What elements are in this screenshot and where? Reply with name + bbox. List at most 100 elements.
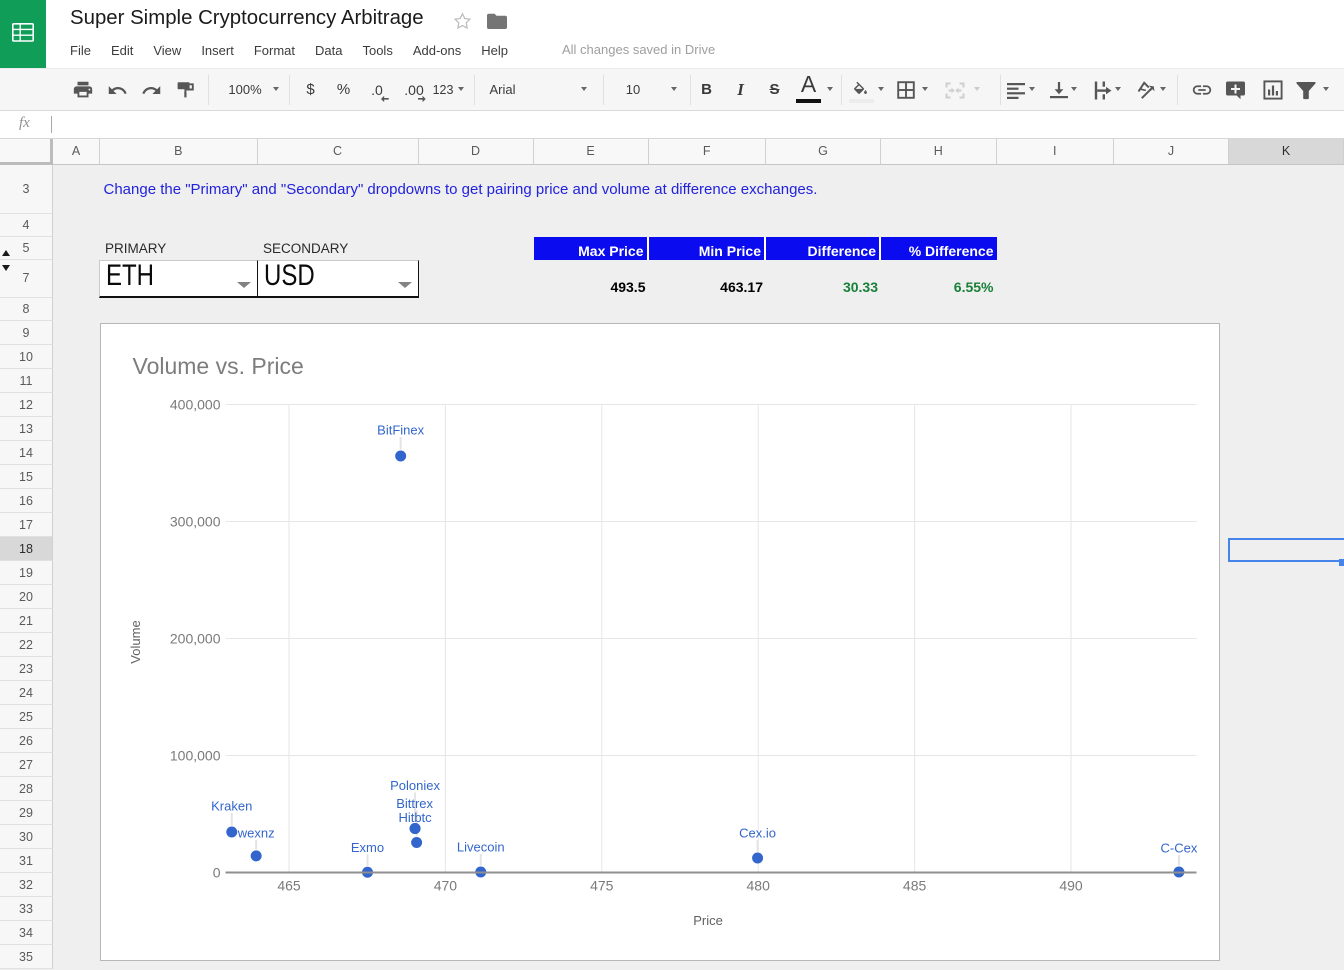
filter-button[interactable] (1294, 76, 1318, 104)
insert-comment-button[interactable] (1224, 76, 1248, 104)
column-header-D[interactable]: D (419, 139, 534, 165)
menu-tools[interactable]: Tools (352, 38, 402, 64)
fill-color-button[interactable] (849, 76, 873, 104)
stats-value-0[interactable]: 493.5 (534, 260, 649, 297)
primary-dropdown-arrow-icon[interactable] (237, 282, 251, 288)
dropdown-caret-icon[interactable] (273, 87, 279, 91)
font-family-select[interactable]: Arial (490, 76, 516, 104)
dropdown-caret-icon[interactable] (1115, 87, 1121, 91)
cell-instruction-text[interactable]: Change the "Primary" and "Secondary" dro… (104, 165, 818, 213)
document-title[interactable]: Super Simple Cryptocurrency Arbitrage (70, 7, 424, 30)
secondary-dropdown[interactable]: USD (258, 260, 419, 299)
row-header-28[interactable]: 28 (0, 777, 53, 801)
row-header-27[interactable]: 27 (0, 753, 53, 777)
row-header-13[interactable]: 13 (0, 417, 53, 441)
row-header-12[interactable]: 12 (0, 393, 53, 417)
column-header-I[interactable]: I (997, 139, 1115, 165)
vertical-align-button[interactable] (1047, 76, 1071, 104)
dropdown-caret-icon[interactable] (878, 87, 884, 91)
horizontal-align-button[interactable] (1004, 76, 1028, 104)
merge-cells-button[interactable] (943, 76, 967, 104)
row-header-20[interactable]: 20 (0, 585, 53, 609)
menu-insert[interactable]: Insert (191, 38, 244, 64)
select-all-corner[interactable] (0, 139, 53, 165)
row-header-31[interactable]: 31 (0, 849, 53, 873)
number-format-button[interactable]: 123 (413, 76, 473, 104)
row-header-21[interactable]: 21 (0, 609, 53, 633)
sheets-logo[interactable] (0, 0, 46, 68)
primary-dropdown[interactable]: ETH (99, 260, 258, 299)
column-header-A[interactable]: A (53, 139, 100, 165)
column-header-E[interactable]: E (534, 139, 649, 165)
embedded-chart[interactable]: 0100,000200,000300,000400,00046547047548… (100, 323, 1220, 961)
row-header-26[interactable]: 26 (0, 729, 53, 753)
stats-value-1[interactable]: 463.17 (649, 260, 767, 297)
text-rotation-button[interactable] (1135, 76, 1159, 104)
row-header-16[interactable]: 16 (0, 489, 53, 513)
stats-header-difference[interactable]: Difference (766, 237, 881, 260)
star-icon[interactable] (453, 12, 472, 36)
column-header-K[interactable]: K (1229, 139, 1344, 165)
row-header-11[interactable]: 11 (0, 369, 53, 393)
redo-button[interactable] (140, 76, 164, 104)
row-header-9[interactable]: 9 (0, 321, 53, 345)
column-header-B[interactable]: B (100, 139, 258, 165)
row-header-34[interactable]: 34 (0, 921, 53, 945)
column-header-G[interactable]: G (766, 139, 881, 165)
column-header-F[interactable]: F (649, 139, 767, 165)
dropdown-caret-icon[interactable] (1160, 87, 1166, 91)
stats-header-max-price[interactable]: Max Price (534, 237, 649, 260)
data-point-cex.io[interactable] (752, 852, 763, 863)
stats-header---difference[interactable]: % Difference (881, 237, 997, 260)
menu-view[interactable]: View (143, 38, 191, 64)
paint-format-button[interactable] (174, 76, 198, 104)
zoom-select[interactable]: 100% (215, 76, 275, 104)
dropdown-caret-icon[interactable] (827, 87, 833, 91)
stats-value-2[interactable]: 30.33 (766, 260, 881, 297)
row-header-18[interactable]: 18 (0, 537, 53, 561)
print-button[interactable] (71, 76, 95, 104)
menu-data[interactable]: Data (305, 38, 352, 64)
row-header-15[interactable]: 15 (0, 465, 53, 489)
dropdown-caret-icon[interactable] (1323, 87, 1329, 91)
row-header-22[interactable]: 22 (0, 633, 53, 657)
column-header-C[interactable]: C (258, 139, 419, 165)
row-header-7[interactable]: 7 (0, 260, 53, 298)
row-header-24[interactable]: 24 (0, 681, 53, 705)
dropdown-caret-icon[interactable] (1071, 87, 1077, 91)
text-wrap-button[interactable] (1091, 76, 1115, 104)
insert-chart-button[interactable] (1261, 76, 1285, 104)
row-header-8[interactable]: 8 (0, 298, 53, 322)
row-header-19[interactable]: 19 (0, 561, 53, 585)
data-point-wexnz[interactable] (251, 850, 262, 861)
row-header-23[interactable]: 23 (0, 657, 53, 681)
row-header-33[interactable]: 33 (0, 897, 53, 921)
row-header-30[interactable]: 30 (0, 825, 53, 849)
folder-icon[interactable] (487, 13, 507, 35)
menu-add-ons[interactable]: Add-ons (403, 38, 471, 64)
cell-primary-label[interactable]: PRIMARY (105, 237, 166, 260)
dropdown-caret-icon[interactable] (922, 87, 928, 91)
unhide-rows-up-arrow[interactable] (2, 250, 10, 256)
column-header-H[interactable]: H (881, 139, 997, 165)
insert-link-button[interactable] (1190, 76, 1214, 104)
row-header-29[interactable]: 29 (0, 801, 53, 825)
row-header-32[interactable]: 32 (0, 873, 53, 897)
menu-help[interactable]: Help (471, 38, 518, 64)
menu-edit[interactable]: Edit (101, 38, 143, 64)
data-point-kraken[interactable] (226, 827, 237, 838)
stats-header-min-price[interactable]: Min Price (649, 237, 767, 260)
row-header-14[interactable]: 14 (0, 441, 53, 465)
text-color-button[interactable]: A (779, 70, 839, 98)
undo-button[interactable] (105, 76, 129, 104)
fill-handle[interactable] (1339, 559, 1344, 566)
dropdown-caret-icon[interactable] (1029, 87, 1035, 91)
row-header-25[interactable]: 25 (0, 705, 53, 729)
dropdown-caret-icon[interactable] (974, 87, 980, 91)
menu-format[interactable]: Format (244, 38, 305, 64)
menu-file[interactable]: File (60, 38, 101, 64)
selected-cell-K18[interactable] (1228, 538, 1344, 563)
dropdown-caret-icon[interactable] (581, 87, 587, 91)
row-header-35[interactable]: 35 (0, 945, 53, 969)
unhide-rows-down-arrow[interactable] (2, 265, 10, 271)
